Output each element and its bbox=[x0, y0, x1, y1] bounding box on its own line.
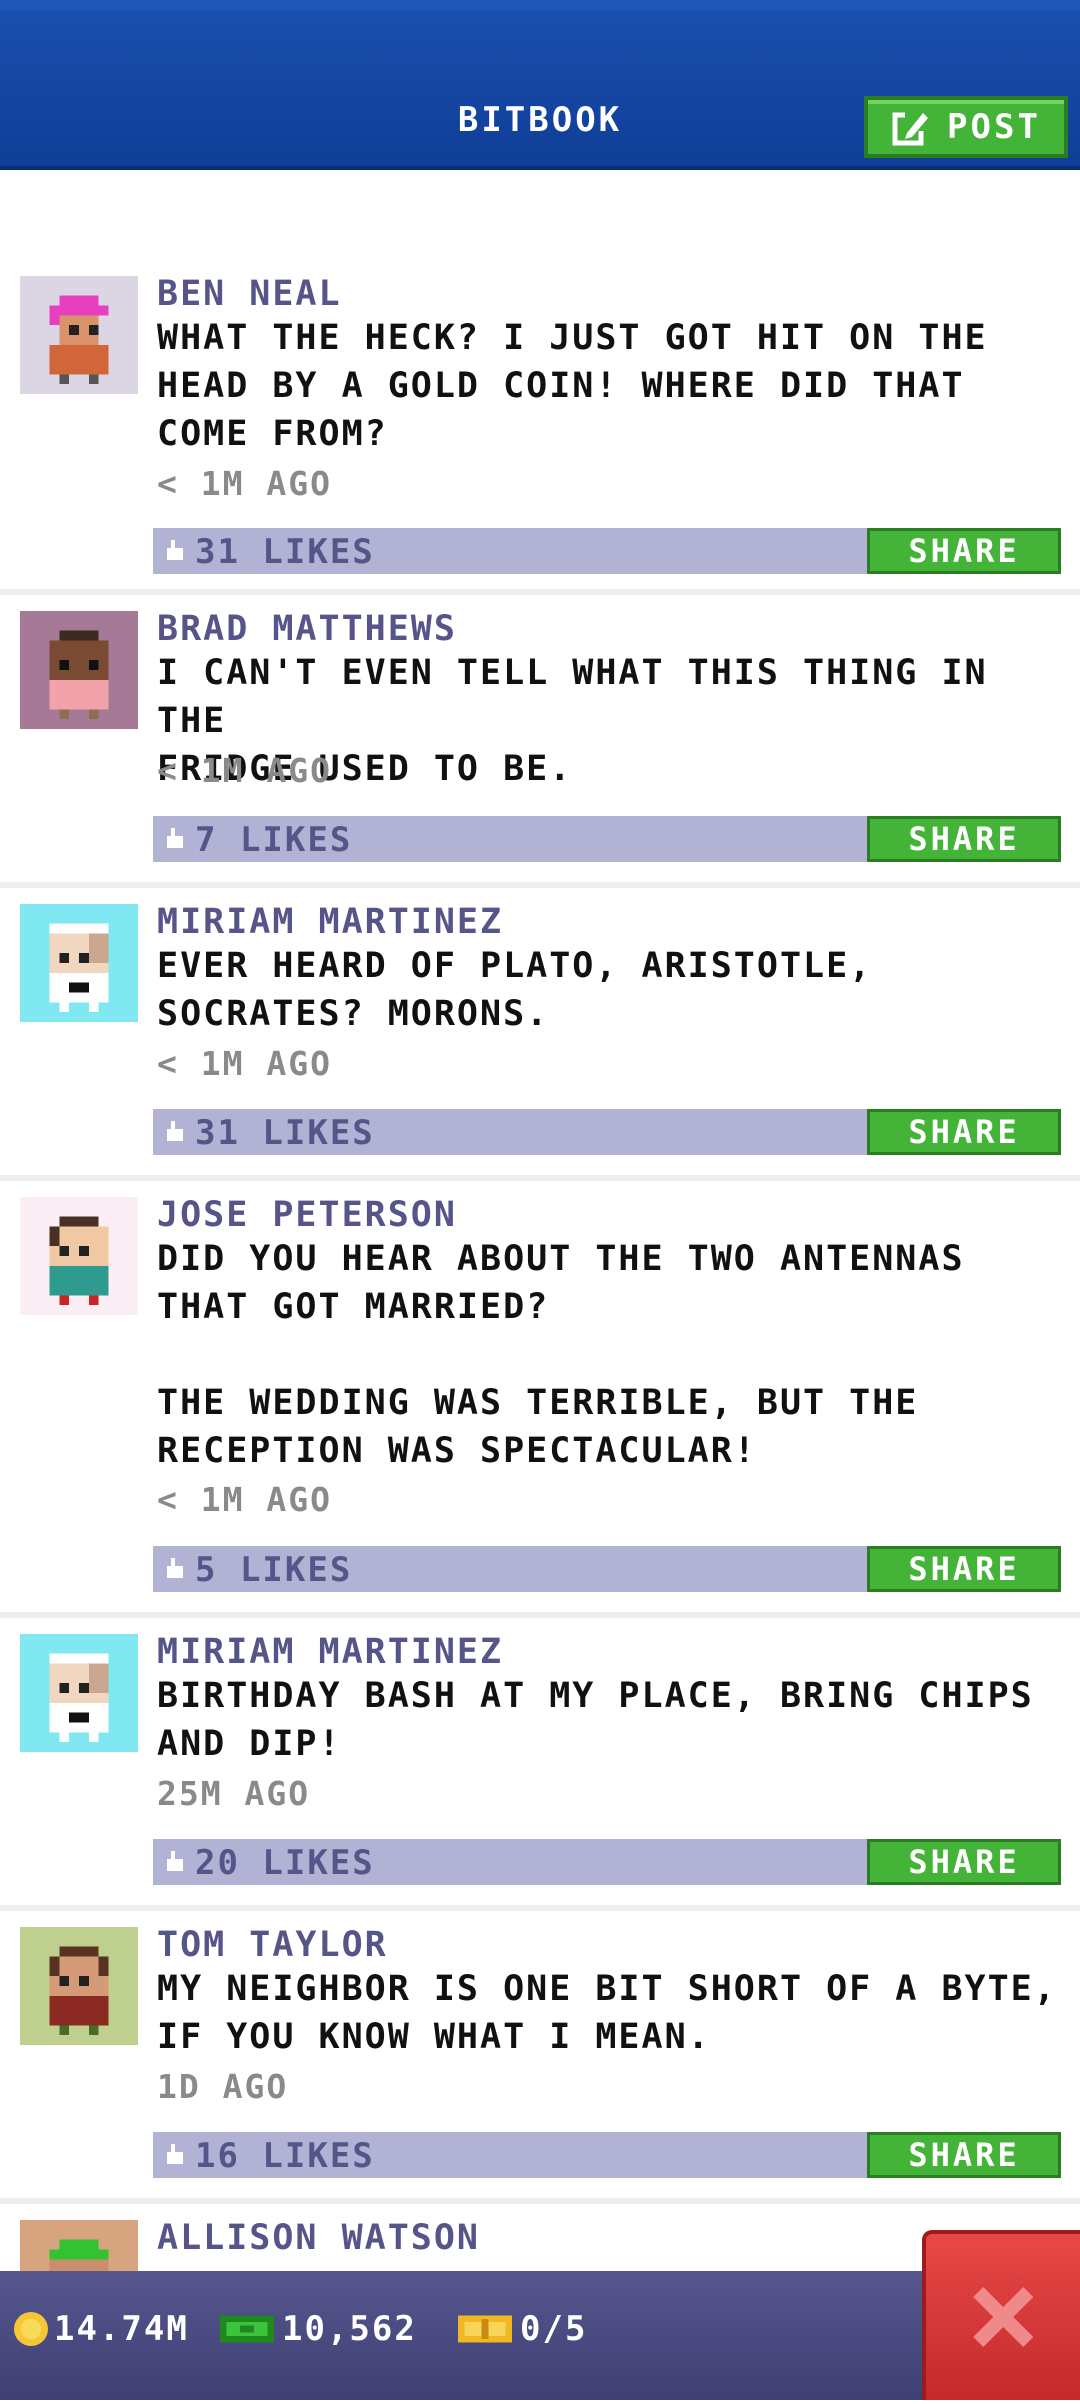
post-time: 1D AGO bbox=[157, 2067, 289, 2106]
post-author[interactable]: JOSE PETERSON bbox=[157, 1195, 457, 1235]
post-text: WHAT THE HECK? I JUST GOT HIT ON THE HEA… bbox=[157, 318, 988, 454]
share-button[interactable]: SHARE bbox=[867, 1546, 1061, 1592]
like-button[interactable]: 16 LIKES bbox=[163, 2136, 375, 2176]
share-button[interactable]: SHARE bbox=[867, 528, 1061, 574]
like-count: 7 LIKES bbox=[195, 820, 353, 860]
like-button[interactable]: 5 LIKES bbox=[163, 1550, 352, 1590]
post-author[interactable]: MIRIAM MARTINEZ bbox=[157, 902, 503, 942]
post-time: < 1M AGO bbox=[157, 751, 332, 790]
post-button[interactable]: POST bbox=[864, 96, 1068, 158]
like-count: 31 LIKES bbox=[195, 532, 375, 572]
post-author[interactable]: ALLISON WATSON bbox=[157, 2218, 480, 2258]
close-icon bbox=[973, 2287, 1033, 2347]
post-item: BEN NEAL WHAT THE HECK? I JUST GOT HIT O… bbox=[0, 270, 1080, 595]
like-bar: 7 LIKES SHARE bbox=[153, 816, 1061, 862]
like-button[interactable]: 31 LIKES bbox=[163, 1113, 375, 1153]
bux-value: 10,562 bbox=[282, 2309, 417, 2349]
like-count: 20 LIKES bbox=[195, 1843, 375, 1883]
bux-icon bbox=[219, 2315, 275, 2343]
close-button[interactable] bbox=[922, 2230, 1080, 2400]
avatar-karate[interactable] bbox=[20, 904, 138, 1022]
post-item: MIRIAM MARTINEZ EVER HEARD OF PLATO, ARI… bbox=[0, 888, 1080, 1181]
share-button[interactable]: SHARE bbox=[867, 1109, 1061, 1155]
post-author[interactable]: TOM TAYLOR bbox=[157, 1925, 388, 1965]
like-bar: 5 LIKES SHARE bbox=[153, 1546, 1061, 1592]
avatar-dark-skin[interactable] bbox=[20, 611, 138, 729]
post-time: 25M AGO bbox=[157, 1774, 311, 1813]
post-item: JOSE PETERSON DID YOU HEAR ABOUT THE TWO… bbox=[0, 1181, 1080, 1618]
like-button[interactable]: 31 LIKES bbox=[163, 532, 375, 572]
like-button[interactable]: 7 LIKES bbox=[163, 820, 352, 860]
share-button[interactable]: SHARE bbox=[867, 1839, 1061, 1885]
like-bar: 31 LIKES SHARE bbox=[153, 1109, 1061, 1155]
thumb-up-icon bbox=[167, 2144, 183, 2164]
like-bar: 31 LIKES SHARE bbox=[153, 528, 1061, 574]
post-button-label: POST bbox=[947, 107, 1041, 147]
like-count: 5 LIKES bbox=[195, 1550, 353, 1590]
share-button[interactable]: SHARE bbox=[867, 2132, 1061, 2178]
bux-stat: 10,562 bbox=[218, 2309, 417, 2349]
post-text: MY NEIGHBOR IS ONE BIT SHORT OF A BYTE, … bbox=[157, 1969, 1057, 2057]
compose-icon bbox=[892, 109, 930, 146]
avatar-pink-hair[interactable] bbox=[20, 276, 138, 394]
avatar-brown-shirt[interactable] bbox=[20, 1927, 138, 2045]
post-text: BIRTHDAY BASH AT MY PLACE, BRING CHIPS A… bbox=[157, 1676, 1034, 1764]
post-author[interactable]: BEN NEAL bbox=[157, 274, 342, 314]
post-author[interactable]: MIRIAM MARTINEZ bbox=[157, 1632, 503, 1672]
currency-bar: 14.74M 10,562 0/5 bbox=[0, 2271, 1080, 2400]
tickets-stat: 0/5 bbox=[456, 2309, 587, 2349]
like-button[interactable]: 20 LIKES bbox=[163, 1843, 375, 1883]
thumb-up-icon bbox=[167, 1558, 183, 1578]
like-count: 16 LIKES bbox=[195, 2136, 375, 2176]
avatar-teal-shirt[interactable] bbox=[20, 1197, 138, 1315]
ticket-icon bbox=[457, 2315, 513, 2343]
post-item: MIRIAM MARTINEZ BIRTHDAY BASH AT MY PLAC… bbox=[0, 1618, 1080, 1911]
post-time: < 1M AGO bbox=[157, 1480, 332, 1519]
post-item: TOM TAYLOR MY NEIGHBOR IS ONE BIT SHORT … bbox=[0, 1911, 1080, 2204]
post-text: EVER HEARD OF PLATO, ARISTOTLE, SOCRATES… bbox=[157, 946, 873, 1034]
coins-value: 14.74M bbox=[54, 2309, 189, 2349]
like-count: 31 LIKES bbox=[195, 1113, 375, 1153]
post-text: DID YOU HEAR ABOUT THE TWO ANTENNAS THAT… bbox=[157, 1239, 965, 1471]
thumb-up-icon bbox=[167, 1851, 183, 1871]
post-item: BRAD MATTHEWS I CAN'T EVEN TELL WHAT THI… bbox=[0, 595, 1080, 888]
header-bar: BITBOOK POST bbox=[0, 0, 1080, 170]
like-bar: 16 LIKES SHARE bbox=[153, 2132, 1061, 2178]
tickets-value: 0/5 bbox=[520, 2309, 588, 2349]
coin-icon bbox=[14, 2312, 48, 2346]
thumb-up-icon bbox=[167, 1121, 183, 1141]
post-time: < 1M AGO bbox=[157, 1044, 332, 1083]
share-button[interactable]: SHARE bbox=[867, 816, 1061, 862]
coins-stat: 14.74M bbox=[14, 2309, 189, 2349]
avatar-karate[interactable] bbox=[20, 1634, 138, 1752]
post-author[interactable]: BRAD MATTHEWS bbox=[157, 609, 457, 649]
like-bar: 20 LIKES SHARE bbox=[153, 1839, 1061, 1885]
post-time: < 1M AGO bbox=[157, 464, 332, 503]
thumb-up-icon bbox=[167, 540, 183, 560]
thumb-up-icon bbox=[167, 828, 183, 848]
